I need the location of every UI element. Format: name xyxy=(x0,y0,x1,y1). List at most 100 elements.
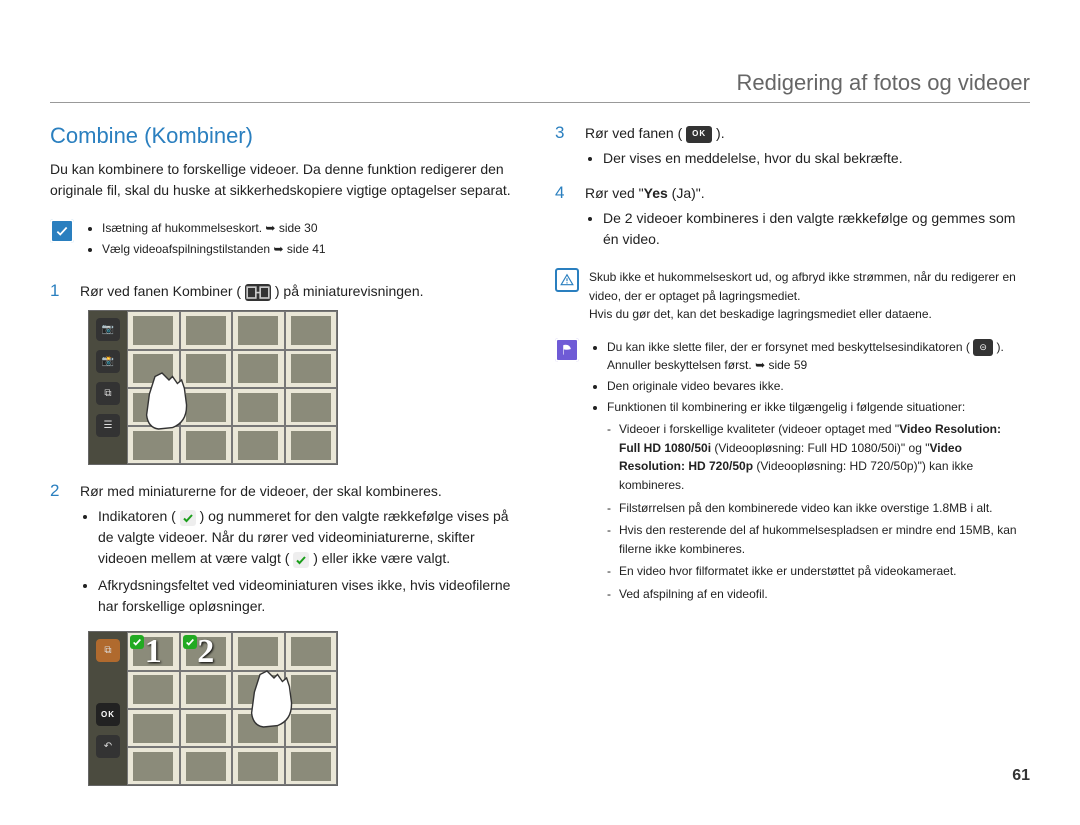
notes-box: Du kan ikke slette filer, der er forsyne… xyxy=(555,338,1025,608)
ok-label: OK xyxy=(101,710,115,719)
step-text: Rør ved " xyxy=(585,185,644,201)
step-bullet: Indikatoren ( ) og nummeret for den valg… xyxy=(98,506,520,569)
thumb-cell xyxy=(180,671,233,709)
thumb-cell xyxy=(232,747,285,785)
step-number: 2 xyxy=(50,481,66,501)
step-text: ). xyxy=(716,125,725,141)
step-number: 3 xyxy=(555,123,571,143)
prerequisites-box: Isætning af hukommelseskort. ➥ side 30 V… xyxy=(50,219,520,261)
thumb-cell xyxy=(127,747,180,785)
thumb-cell xyxy=(285,709,338,747)
sidebar-btn-camera-icon: 📷 xyxy=(96,318,120,341)
step-number: 1 xyxy=(50,281,66,301)
arrow-icon: ➥ xyxy=(265,221,275,235)
sidebar-btn-ok: OK xyxy=(96,703,120,726)
selection-number: 2 xyxy=(181,633,232,669)
note-item: Den originale video bevares ikke. xyxy=(607,377,1025,396)
step-bullet: Der vises en meddelelse, hvor du skal be… xyxy=(603,148,1025,169)
prereq-text: Isætning af hukommelseskort. xyxy=(102,221,262,235)
thumb-cell xyxy=(180,709,233,747)
thumb-cell xyxy=(232,671,285,709)
step-text: Rør med miniaturerne for de videoer, der… xyxy=(80,483,442,499)
prereq-text: Vælg videoafspilningstilstanden xyxy=(102,242,270,256)
thumb-cell xyxy=(232,426,285,464)
prerequisite-item: Isætning af hukommelseskort. ➥ side 30 xyxy=(102,219,326,238)
warning-text: Skub ikke et hukommelseskort ud, og afbr… xyxy=(589,268,1025,305)
thumb-cell xyxy=(180,747,233,785)
page-ref: side 59 xyxy=(768,358,807,372)
thumb-cell xyxy=(285,747,338,785)
thumb-cell xyxy=(232,350,285,388)
arrow-icon: ➥ xyxy=(755,358,765,372)
thumb-cell xyxy=(127,671,180,709)
step-2: 2 Rør med miniaturerne for de videoer, d… xyxy=(50,481,520,623)
thumb-cell-selected: 2 xyxy=(180,632,233,670)
sidebar-btn-combine-icon: ⧉ xyxy=(96,639,120,662)
step-bullet: De 2 videoer kombineres i den valgte ræk… xyxy=(603,208,1025,250)
page-number: 61 xyxy=(1012,767,1030,785)
step-number: 4 xyxy=(555,183,571,203)
sidebar-btn-back-icon: ↶ xyxy=(96,735,120,758)
thumb-cell xyxy=(180,311,233,349)
sidebar-btn-combine-icon: ⧉ xyxy=(96,382,120,405)
thumbnail-grid-illustration-1: 📷 📸 ⧉ ☰ xyxy=(88,310,338,465)
arrow-icon: ➥ xyxy=(273,242,283,256)
checkmark-icon xyxy=(50,219,74,243)
thumb-cell xyxy=(285,632,338,670)
note-subitem: Ved afspilning af en videofil. xyxy=(607,585,1025,604)
ok-tab-icon: OK xyxy=(686,126,712,143)
thumb-cell xyxy=(232,632,285,670)
green-check-icon xyxy=(180,510,196,526)
note-subitem: Videoer i forskellige kvaliteter (videoe… xyxy=(607,420,1025,494)
step-text: Rør ved fanen Kombiner ( xyxy=(80,283,241,299)
thumb-cell xyxy=(232,388,285,426)
note-item: Funktionen til kombinering er ikke tilgæ… xyxy=(607,398,1025,604)
warning-box: Skub ikke et hukommelseskort ud, og afbr… xyxy=(555,268,1025,324)
selection-number: 1 xyxy=(128,633,179,669)
step-text: ) på miniaturevisningen. xyxy=(275,283,424,299)
thumb-cell-selected: 1 xyxy=(127,632,180,670)
thumb-cell xyxy=(127,350,180,388)
thumb-cell xyxy=(180,388,233,426)
step-4: 4 Rør ved "Yes (Ja)". De 2 videoer kombi… xyxy=(555,183,1025,256)
thumb-cell xyxy=(285,671,338,709)
step-3: 3 Rør ved fanen ( OK ). Der vises en med… xyxy=(555,123,1025,175)
thumb-cell xyxy=(180,426,233,464)
prerequisite-item: Vælg videoafspilningstilstanden ➥ side 4… xyxy=(102,240,326,259)
thumb-cell xyxy=(127,426,180,464)
warning-triangle-icon xyxy=(555,268,579,292)
thumb-cell xyxy=(285,311,338,349)
yes-label: Yes xyxy=(644,185,668,201)
step-text: (Ja)". xyxy=(668,185,705,201)
grid-sidebar: ⧉ OK ↶ xyxy=(89,632,127,785)
page-ref: side 41 xyxy=(287,242,326,256)
thumb-cell xyxy=(232,709,285,747)
thumb-cell xyxy=(127,311,180,349)
thumb-cell xyxy=(127,388,180,426)
page-ref: side 30 xyxy=(279,221,318,235)
thumb-cell xyxy=(180,350,233,388)
green-check-icon xyxy=(293,552,309,568)
section-title: Combine (Kombiner) xyxy=(50,123,520,149)
grid-sidebar: 📷 📸 ⧉ ☰ xyxy=(89,311,127,464)
thumb-cell xyxy=(285,426,338,464)
thumb-cell xyxy=(285,388,338,426)
sidebar-btn-settings-icon: ☰ xyxy=(96,414,120,437)
thumbnail-grid-illustration-2: ⧉ OK ↶ 1 2 xyxy=(88,631,338,786)
ok-label: OK xyxy=(692,128,706,140)
note-icon xyxy=(555,338,579,362)
sidebar-btn-photo-icon: 📸 xyxy=(96,350,120,373)
combine-tab-icon xyxy=(245,284,271,301)
thumb-cell xyxy=(285,350,338,388)
step-1: 1 Rør ved fanen Kombiner ( ) på miniatur… xyxy=(50,281,520,302)
note-subitem: En video hvor filformatet ikke er unders… xyxy=(607,562,1025,581)
note-subitem: Filstørrelsen på den kombinerede video k… xyxy=(607,499,1025,518)
step-text: Rør ved fanen ( xyxy=(585,125,682,141)
thumb-cell xyxy=(232,311,285,349)
page-header: Redigering af fotos og videoer xyxy=(50,0,1030,103)
warning-text: Hvis du gør det, kan det beskadige lagri… xyxy=(589,305,1025,324)
key-icon: ⊝ xyxy=(973,339,993,356)
step-bullet: Afkrydsningsfeltet ved videominiaturen v… xyxy=(98,575,520,617)
note-subitem: Hvis den resterende del af hukommelsespl… xyxy=(607,521,1025,558)
thumb-cell xyxy=(127,709,180,747)
